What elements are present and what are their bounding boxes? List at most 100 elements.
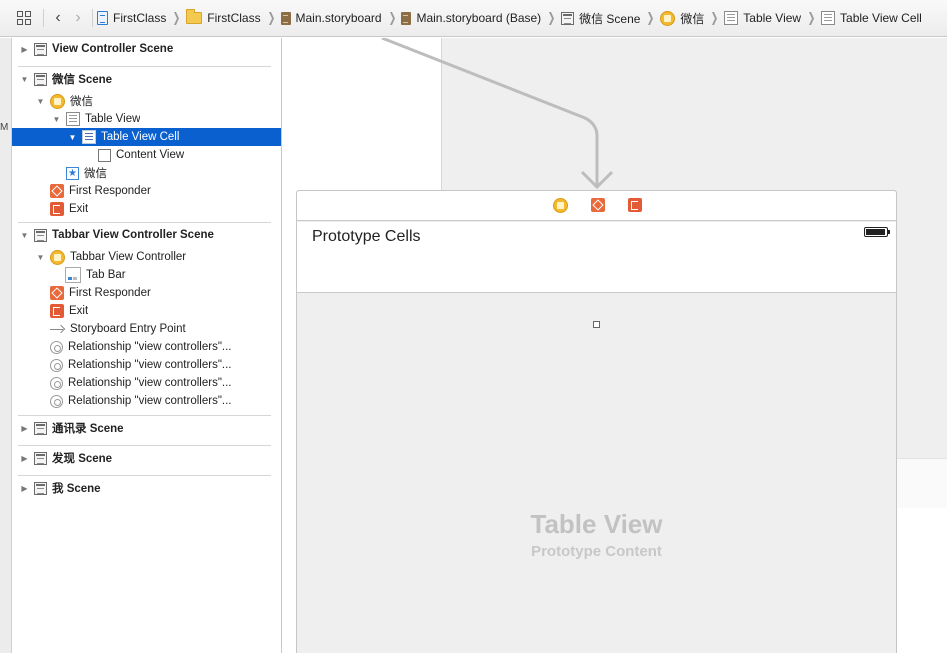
outline-row-label: First Responder <box>69 185 151 197</box>
storyboard-canvas[interactable]: 发现 Prototype Cells Table View Prototype … <box>282 38 947 653</box>
battery-icon <box>864 227 890 237</box>
outline-row-relationship[interactable]: Relationship "view controllers"... <box>12 338 281 356</box>
separator <box>92 9 93 27</box>
outline-row-tabbar-scene[interactable]: ▼ Tabbar View Controller Scene <box>12 226 281 244</box>
outline-row-entry-point[interactable]: Storyboard Entry Point <box>12 320 281 338</box>
outline-row-label: 微信 <box>70 96 93 108</box>
disclosure-expanded-icon[interactable]: ▼ <box>52 115 61 124</box>
breadcrumb-project[interactable]: FirstClass <box>97 0 170 36</box>
outline-row-label: 通讯录 Scene <box>52 423 124 435</box>
table-view-placeholder-title: Table View <box>530 509 663 539</box>
disclosure-collapsed-icon[interactable]: ▶ <box>20 484 29 493</box>
disclosure-expanded-icon[interactable]: ▼ <box>68 133 77 142</box>
tab-bar-item-star-icon: ★ <box>66 166 79 180</box>
background-tab-item <box>896 458 947 508</box>
outline-row-exit[interactable]: Exit <box>12 302 281 320</box>
chevron-right-icon: ❯ <box>711 10 719 25</box>
breadcrumb-folder[interactable]: FirstClass <box>186 0 264 36</box>
left-edge-strip: M <box>0 38 12 653</box>
outline-row-first-responder[interactable]: First Responder <box>12 182 281 200</box>
outline-divider <box>18 475 271 476</box>
edge-mark: M <box>0 122 9 133</box>
first-responder-cube-icon <box>50 184 64 198</box>
disclosure-expanded-icon[interactable]: ▼ <box>36 97 45 106</box>
disclosure-collapsed-icon[interactable]: ▶ <box>20 45 29 54</box>
breadcrumb-storyboard[interactable]: Main.storyboard <box>280 0 386 36</box>
entry-arrow-icon <box>50 325 65 334</box>
outline-row-label: Relationship "view controllers"... <box>68 395 232 407</box>
view-controller-icon <box>50 93 65 109</box>
breadcrumb-label: FirstClass <box>207 11 261 25</box>
separator <box>43 9 44 27</box>
outline-row-content-view[interactable]: Content View <box>12 146 281 164</box>
first-responder-cube-icon[interactable] <box>591 198 605 212</box>
breadcrumb-storyboard-base[interactable]: Main.storyboard (Base) <box>401 0 545 36</box>
outline-row-weixin-scene[interactable]: ▼ 微信 Scene <box>12 70 281 88</box>
breadcrumb-label: Main.storyboard <box>295 11 382 25</box>
prototype-cell-area[interactable]: Prototype Cells <box>297 222 896 328</box>
exit-icon <box>50 304 64 318</box>
relationship-icon <box>50 340 63 354</box>
outline-row-tab-bar-item[interactable]: ★ 微信 <box>12 164 281 182</box>
disclosure-collapsed-icon[interactable]: ▶ <box>20 454 29 463</box>
related-items-grid-icon[interactable] <box>17 11 31 25</box>
disclosure-expanded-icon[interactable]: ▼ <box>36 253 45 262</box>
disclosure-expanded-icon[interactable]: ▼ <box>20 75 29 84</box>
outline-row-label: Tab Bar <box>86 269 126 281</box>
outline-row-me-scene[interactable]: ▶ 我 Scene <box>12 479 281 497</box>
outline-row-first-responder[interactable]: First Responder <box>12 284 281 302</box>
outline-row-contacts-scene[interactable]: ▶ 通讯录 Scene <box>12 419 281 437</box>
table-view-icon <box>66 112 80 126</box>
storyboard-icon <box>401 11 412 25</box>
back-arrow-icon[interactable]: ‹ <box>48 8 68 28</box>
folder-icon <box>186 9 203 24</box>
view-controller-icon[interactable] <box>553 198 568 213</box>
breadcrumb-view-controller[interactable]: 微信 <box>660 0 708 36</box>
table-view-icon <box>724 11 739 25</box>
breadcrumb-table-view-cell[interactable]: Table View Cell <box>821 0 926 36</box>
exit-icon[interactable] <box>628 198 642 212</box>
chevron-right-icon: ❯ <box>267 10 275 25</box>
forward-arrow-icon[interactable]: › <box>68 8 88 28</box>
breadcrumb-label: 微信 <box>680 11 705 26</box>
scene-icon <box>34 421 47 435</box>
scene-icon <box>34 42 47 56</box>
scene-icon <box>34 228 47 242</box>
breadcrumb-table-view[interactable]: Table View <box>724 0 805 36</box>
segue-arrow[interactable] <box>282 38 947 198</box>
outline-row-label: View Controller Scene <box>52 43 174 55</box>
storyboard-icon <box>280 11 291 25</box>
disclosure-collapsed-icon[interactable]: ▶ <box>20 424 29 433</box>
disclosure-expanded-icon[interactable]: ▼ <box>20 231 29 240</box>
outline-divider <box>18 415 271 416</box>
breadcrumb-label: Table View <box>743 11 802 25</box>
outline-row-tabbar-controller[interactable]: ▼ Tabbar View Controller <box>12 248 281 266</box>
outline-row-relationship[interactable]: Relationship "view controllers"... <box>12 356 281 374</box>
tab-bar-icon <box>65 267 81 283</box>
content-view-icon <box>98 148 111 162</box>
outline-row-table-view[interactable]: ▼ Table View <box>12 110 281 128</box>
outline-row-tab-bar[interactable]: Tab Bar <box>12 266 281 284</box>
outline-row-table-view-cell[interactable]: ▼ Table View Cell <box>12 128 281 146</box>
breadcrumb-label: FirstClass <box>113 11 167 25</box>
outline-row-discover-scene[interactable]: ▶ 发现 Scene <box>12 449 281 467</box>
outline-divider <box>18 445 271 446</box>
scene-dock <box>297 191 896 221</box>
weixin-scene-frame[interactable]: Prototype Cells Table View Prototype Con… <box>296 190 897 653</box>
breadcrumb-scene[interactable]: 微信 Scene <box>561 0 644 36</box>
exit-icon <box>50 202 64 216</box>
outline-row-label: 发现 Scene <box>52 453 113 465</box>
outline-row-relationship[interactable]: Relationship "view controllers"... <box>12 392 281 410</box>
outline-row-weixin-controller[interactable]: ▼ 微信 <box>12 92 281 110</box>
resize-handle[interactable] <box>593 321 600 328</box>
relationship-icon <box>50 376 63 390</box>
scene-icon <box>34 481 47 495</box>
table-cell-icon <box>82 130 96 144</box>
outline-row-label: Content View <box>116 149 185 161</box>
outline-row-view-controller-scene[interactable]: ▶ View Controller Scene <box>12 40 281 58</box>
chevron-right-icon: ❯ <box>647 10 655 25</box>
outline-row-label: Storyboard Entry Point <box>70 323 186 335</box>
outline-row-relationship[interactable]: Relationship "view controllers"... <box>12 374 281 392</box>
outline-divider <box>18 66 271 67</box>
outline-row-exit[interactable]: Exit <box>12 200 281 218</box>
